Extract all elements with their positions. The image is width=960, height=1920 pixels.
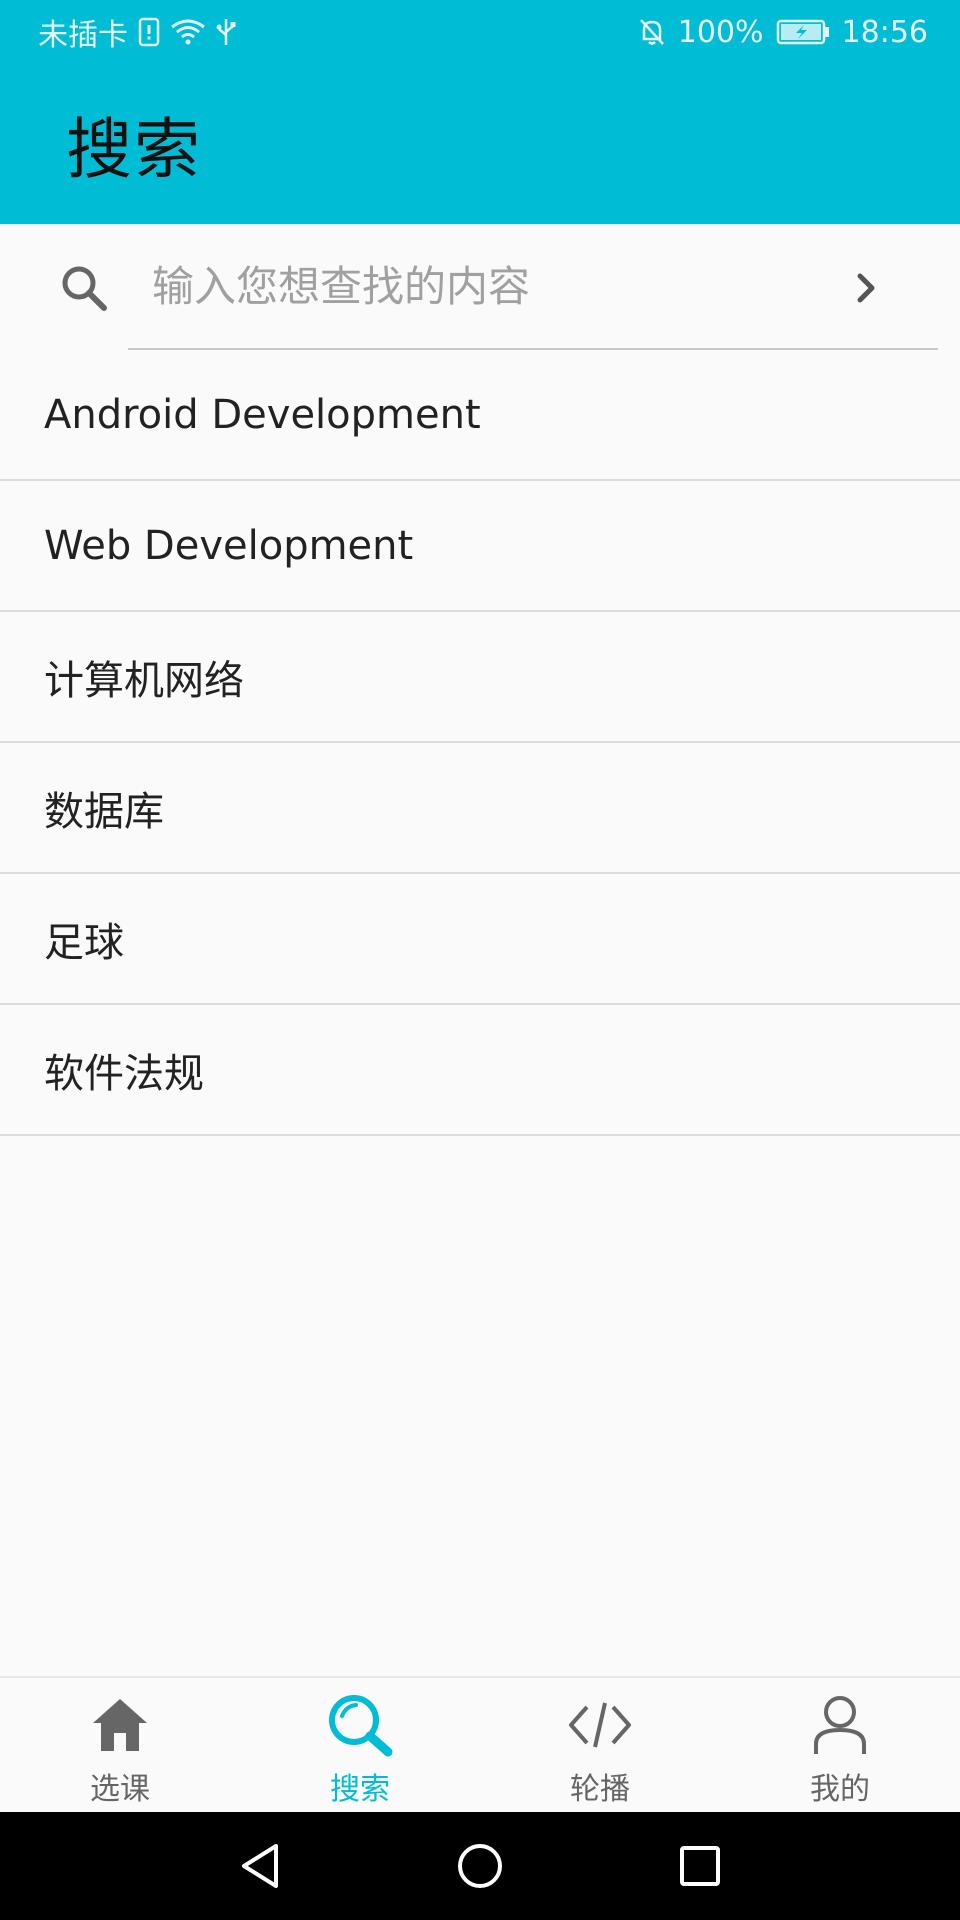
list-item[interactable]: 足球 xyxy=(0,874,960,1005)
search-row xyxy=(0,224,960,350)
bottom-nav: 选课 搜索 轮播 我的 xyxy=(0,1676,960,1812)
home-circle-icon[interactable] xyxy=(450,1836,510,1896)
nav-item-profile[interactable]: 我的 xyxy=(720,1678,960,1812)
status-time: 18:56 xyxy=(841,14,928,50)
code-icon xyxy=(564,1692,636,1758)
status-bar: 未插卡 100% 18:56 xyxy=(0,0,960,64)
list-item[interactable]: Web Development xyxy=(0,481,960,612)
home-icon xyxy=(84,1692,156,1758)
nav-item-carousel[interactable]: 轮播 xyxy=(480,1678,720,1812)
wifi-icon xyxy=(170,17,206,47)
usb-icon xyxy=(216,17,236,47)
list-item-label: 数据库 xyxy=(44,788,164,835)
battery-charging-icon xyxy=(776,17,830,47)
list-item[interactable]: 数据库 xyxy=(0,743,960,874)
bell-off-icon xyxy=(638,17,666,47)
person-icon xyxy=(804,1692,876,1758)
page-title: 搜索 xyxy=(66,111,202,188)
search-input[interactable] xyxy=(150,254,850,318)
status-right: 100% 18:56 xyxy=(638,15,928,50)
list-item-label: 足球 xyxy=(44,919,124,966)
nav-label: 搜索 xyxy=(330,1772,390,1807)
list-item-label: 软件法规 xyxy=(44,1050,204,1097)
back-icon[interactable] xyxy=(230,1836,290,1896)
nav-label: 选课 xyxy=(90,1772,150,1807)
nav-item-courses[interactable]: 选课 xyxy=(0,1678,240,1812)
sim-icon xyxy=(138,17,160,47)
list-item[interactable]: 软件法规 xyxy=(0,1005,960,1136)
recents-icon[interactable] xyxy=(670,1836,730,1896)
list-item-label: 计算机网络 xyxy=(44,657,244,704)
nav-label: 轮播 xyxy=(570,1772,630,1807)
app-bar: 搜索 xyxy=(0,64,960,224)
status-left: 未插卡 xyxy=(38,10,236,54)
list-item-label: Web Development xyxy=(44,522,414,569)
list-item[interactable]: Android Development xyxy=(0,350,960,481)
chevron-right-icon[interactable] xyxy=(846,268,886,312)
search-icon xyxy=(58,262,110,318)
system-nav-bar xyxy=(0,1812,960,1920)
battery-percent: 100% xyxy=(677,14,764,50)
nav-label: 我的 xyxy=(810,1772,870,1807)
search-icon xyxy=(324,1692,396,1758)
list-item[interactable]: 计算机网络 xyxy=(0,612,960,743)
list-item-label: Android Development xyxy=(44,391,481,438)
nav-item-search[interactable]: 搜索 xyxy=(240,1678,480,1812)
topic-list: Android Development Web Development 计算机网… xyxy=(0,350,960,1136)
carrier-text: 未插卡 xyxy=(38,18,128,53)
search-field[interactable] xyxy=(128,224,938,350)
